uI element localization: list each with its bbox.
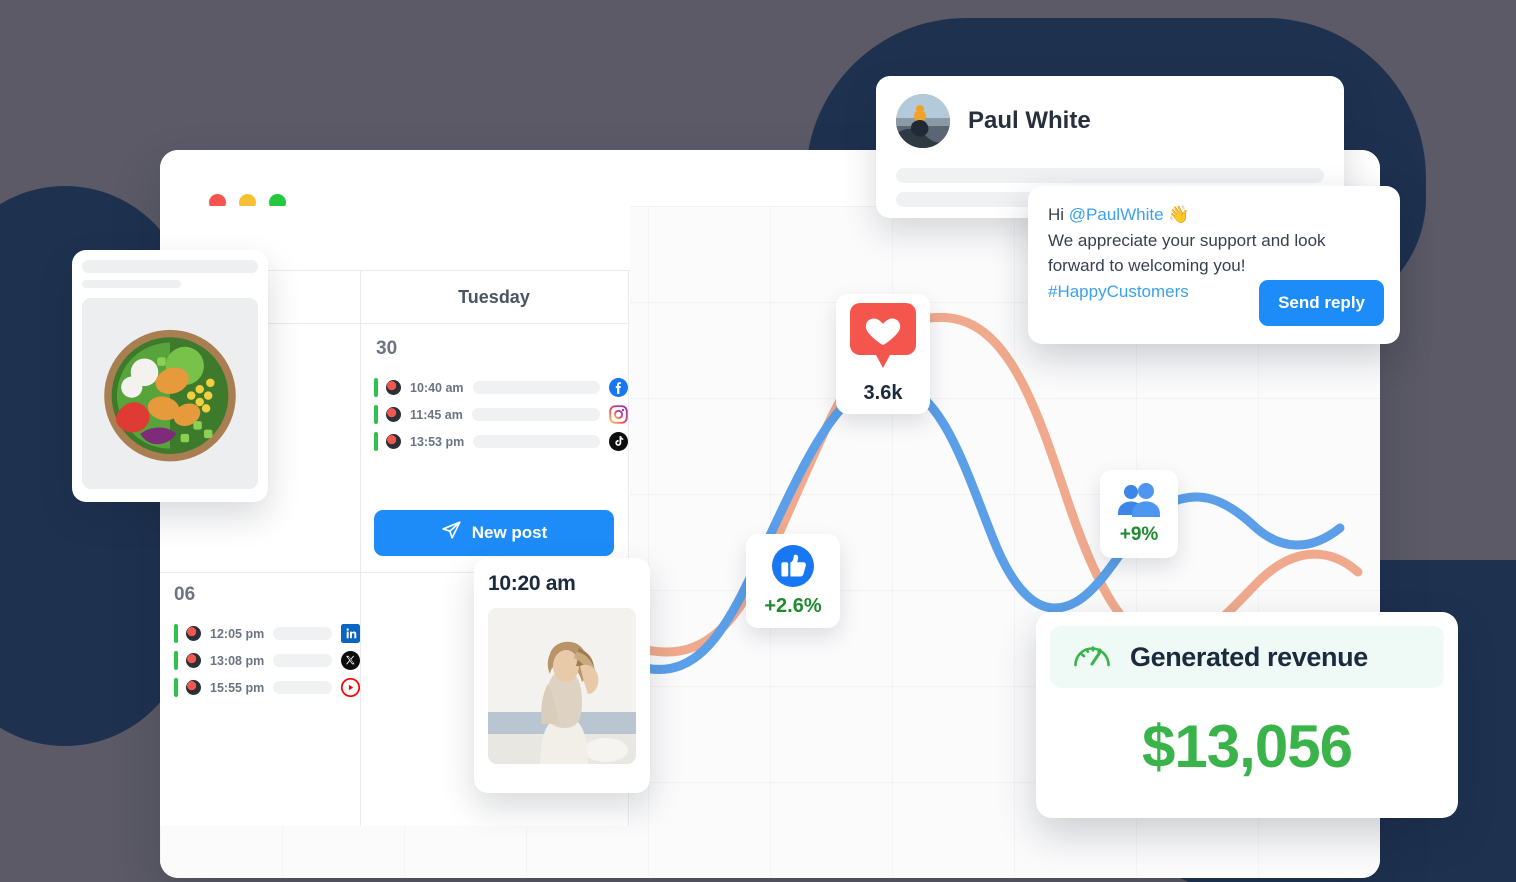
post-title-placeholder	[82, 260, 258, 273]
post-status-bar	[374, 405, 378, 424]
followers-delta: +9%	[1119, 523, 1159, 545]
send-reply-button[interactable]: Send reply	[1259, 280, 1384, 326]
revenue-amount: $13,056	[1142, 713, 1353, 780]
people-icon	[1117, 482, 1161, 522]
post-status-bar	[174, 678, 178, 697]
post-time: 12:05 pm	[210, 626, 265, 641]
engagement-delta: +2.6%	[764, 594, 822, 617]
avatar	[185, 625, 202, 642]
likes-badge: 3.6k	[836, 294, 930, 414]
avatar	[385, 406, 402, 423]
reply-body: We appreciate your support and look forw…	[1048, 230, 1326, 276]
post-text-placeholder	[472, 381, 600, 394]
facebook-icon	[609, 378, 628, 397]
avatar	[185, 679, 202, 696]
profile-text-placeholder	[896, 168, 1324, 183]
scheduled-post-row[interactable]: 12:05 pm	[160, 620, 360, 647]
post-status-bar	[174, 624, 178, 643]
post-time: 15:55 pm	[210, 680, 265, 695]
post-time: 13:08 pm	[210, 653, 265, 668]
calendar-day-number: 06	[174, 584, 196, 605]
calendar-day-number: 30	[376, 338, 398, 359]
post-status-bar	[374, 378, 378, 397]
instagram-icon	[609, 405, 628, 424]
woman-portrait-photo	[488, 608, 636, 764]
post-text-placeholder	[471, 408, 600, 421]
avatar	[385, 433, 402, 450]
generated-revenue-card: Generated revenue $13,056	[1036, 612, 1458, 818]
post-subtitle-placeholder	[82, 280, 181, 288]
post-time: 13:53 pm	[410, 434, 465, 449]
x-twitter-icon	[341, 651, 360, 670]
avatar	[185, 652, 202, 669]
likes-count: 3.6k	[863, 382, 903, 404]
scheduled-photo-card[interactable]: 10:20 am	[474, 558, 650, 793]
calendar-day-header: Tuesday	[458, 286, 530, 307]
mention-link[interactable]: @PaulWhite	[1069, 205, 1164, 224]
post-status-bar	[174, 651, 178, 670]
profile-name: Paul White	[968, 107, 1091, 134]
reply-composer-card: Hi @PaulWhite 👋 We appreciate your suppo…	[1028, 186, 1400, 344]
new-post-label: New post	[471, 523, 548, 542]
thumbs-up-icon	[772, 544, 814, 592]
post-time: 11:45 am	[410, 407, 463, 422]
scheduled-post-row[interactable]: 13:53 pm	[360, 428, 628, 455]
scheduled-post-row[interactable]: 11:45 am	[360, 401, 628, 428]
salad-bowl-photo	[82, 298, 258, 489]
post-text-placeholder	[273, 681, 332, 694]
paper-plane-icon	[441, 520, 462, 546]
avatar	[896, 94, 950, 148]
scheduled-post-row[interactable]: 10:40 am	[360, 374, 628, 401]
post-text-placeholder	[273, 627, 332, 640]
calendar-cell-06[interactable]: 06 12:05 pm 13:08 pm 15:55 pm	[160, 572, 360, 826]
scheduled-post-list: 10:40 am 11:45 am 13:53 pm	[360, 374, 628, 455]
post-time: 10:20 am	[488, 572, 576, 595]
heart-icon	[850, 303, 916, 378]
scheduled-post-row[interactable]: 15:55 pm	[160, 674, 360, 701]
post-status-bar	[374, 432, 378, 451]
youtube-icon	[341, 678, 360, 697]
post-text-placeholder	[473, 435, 600, 448]
calendar-cell-30[interactable]: 30 10:40 am 11:45 am 13:53 pm New post	[360, 324, 628, 572]
engagement-badge: +2.6%	[746, 534, 840, 628]
screenshot-root: Tuesday 30 10:40 am 11:45 am 13:53 pm Ne…	[0, 0, 1516, 882]
hashtag-link[interactable]: #HappyCustomers	[1048, 282, 1189, 301]
revenue-title: Generated revenue	[1130, 641, 1368, 672]
wave-emoji-icon: 👋	[1168, 205, 1190, 224]
post-time: 10:40 am	[410, 380, 464, 395]
revenue-header: Generated revenue	[1050, 626, 1444, 688]
new-post-button[interactable]: New post	[374, 510, 614, 556]
followers-badge: +9%	[1100, 470, 1178, 558]
scheduled-post-list: 12:05 pm 13:08 pm 15:55 pm	[160, 620, 360, 701]
tiktok-icon	[609, 432, 628, 451]
linkedin-icon	[341, 624, 360, 643]
food-post-card[interactable]	[72, 250, 268, 502]
profile-header: Paul White	[896, 94, 1324, 148]
scheduled-post-row[interactable]: 13:08 pm	[160, 647, 360, 674]
speedometer-icon	[1072, 639, 1112, 676]
post-text-placeholder	[273, 654, 332, 667]
avatar	[385, 379, 402, 396]
reply-greeting: Hi	[1048, 205, 1069, 224]
